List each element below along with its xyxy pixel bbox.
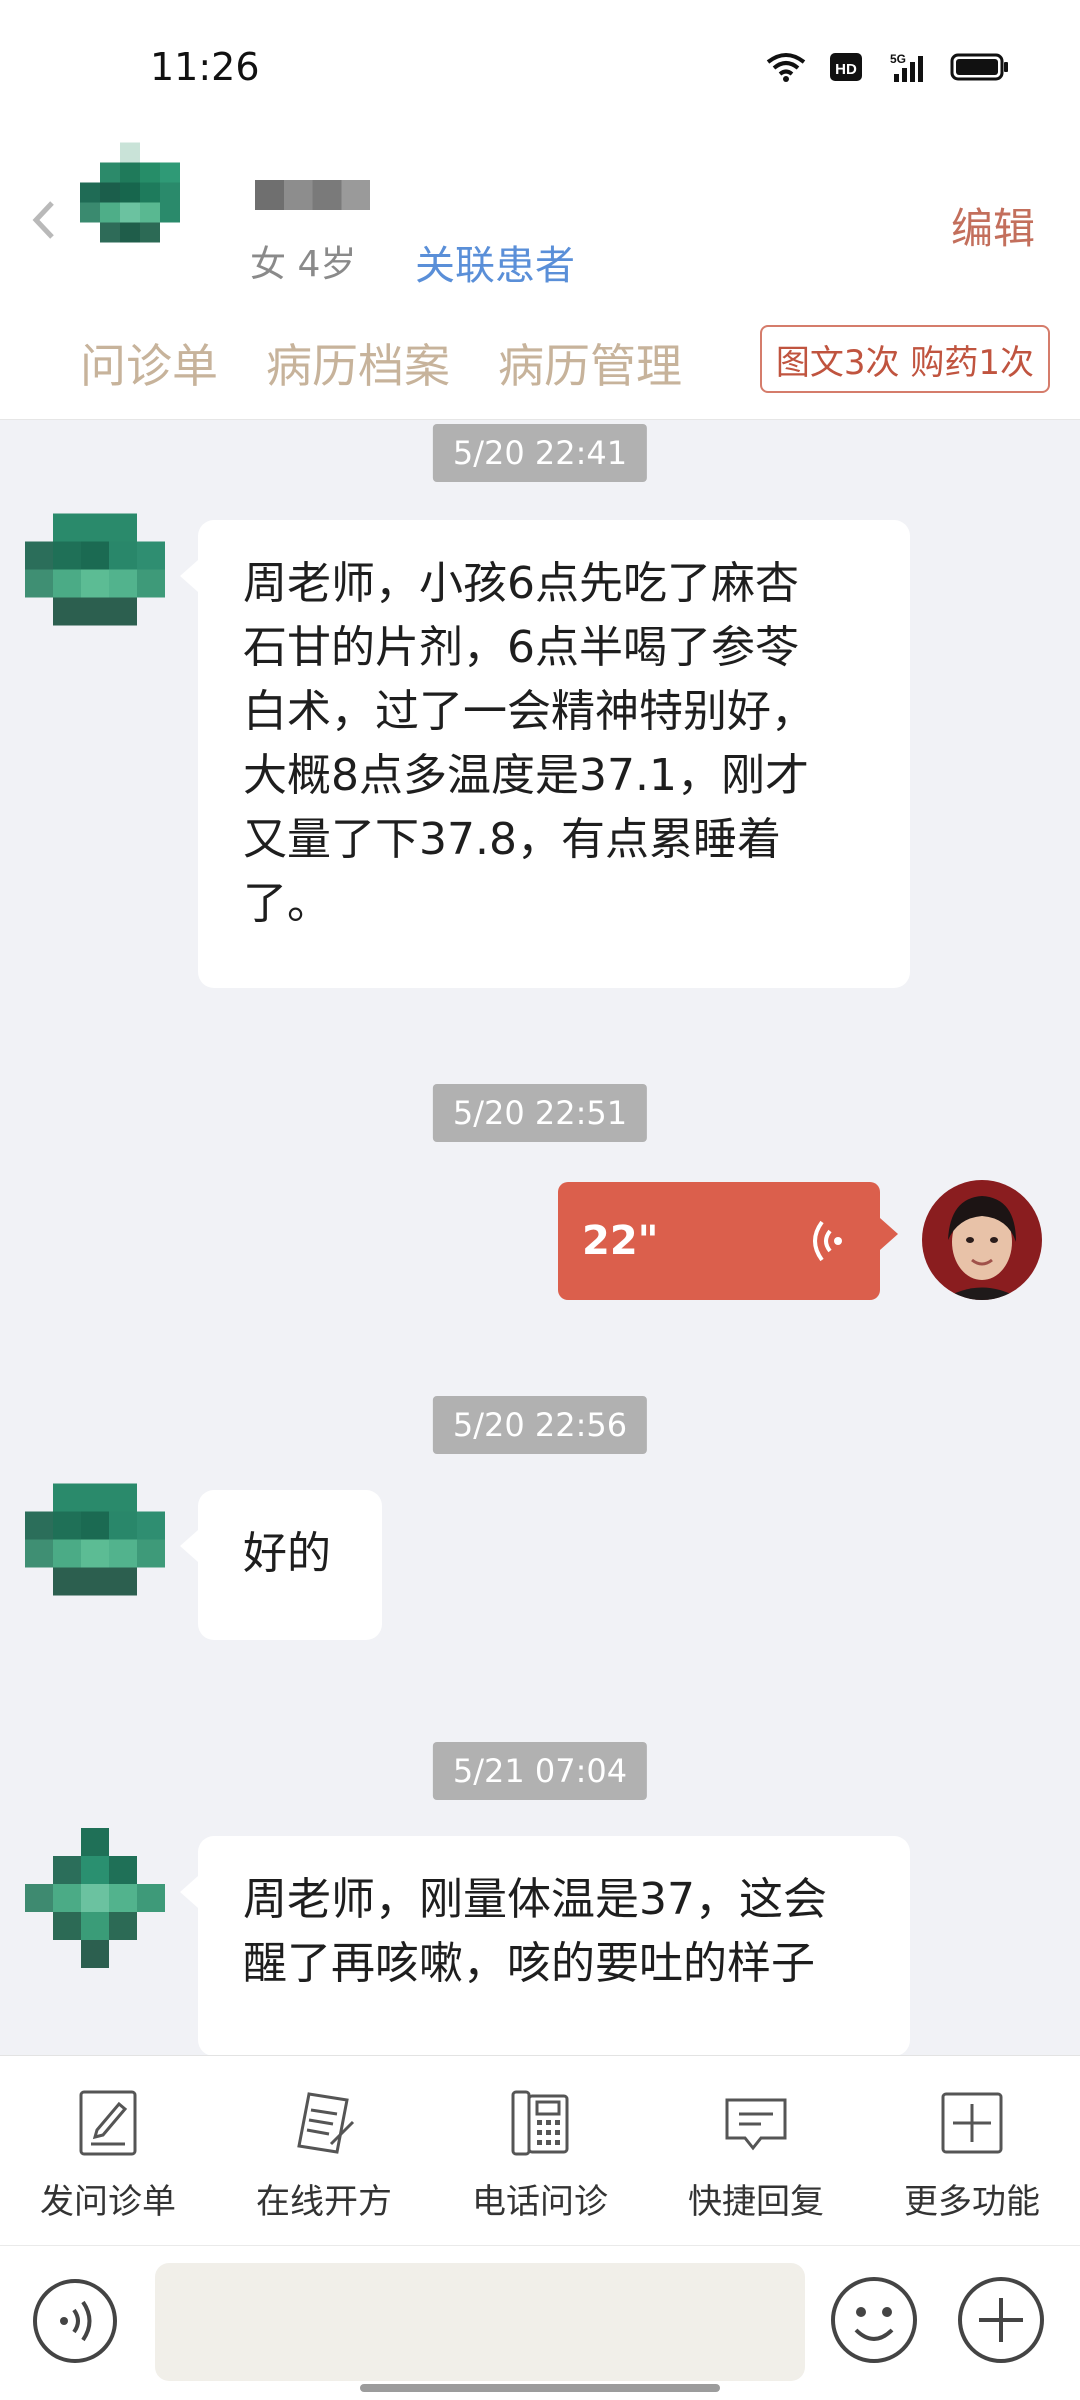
plus-square-icon xyxy=(941,2092,1003,2154)
quick-reply-icon xyxy=(725,2098,787,2151)
message-bubble-incoming[interactable]: 周老师，小孩6点先吃了麻杏 石甘的片剂，6点半喝了参苓 白术，过了一会精神特别好… xyxy=(180,520,910,988)
message-timestamp: 5/20 22:51 xyxy=(432,1084,648,1142)
home-indicator[interactable] xyxy=(360,2384,720,2392)
patient-gender-age: 女 4岁 xyxy=(250,244,357,285)
message-line: 又量了下37.8，有点累睡着 xyxy=(243,814,781,865)
message-timestamp: 5/20 22:41 xyxy=(432,424,648,482)
header-tabs: 问诊单 病历档案 病历管理 xyxy=(80,330,682,396)
phone-icon xyxy=(511,2090,569,2156)
voice-wave-icon xyxy=(813,1220,842,1262)
link-patient-button[interactable]: 关联患者 xyxy=(415,233,575,291)
battery-icon xyxy=(950,53,1008,81)
message-line: 石甘的片剂，6点半喝了参苓 xyxy=(243,622,799,673)
voice-input-toggle-icon[interactable] xyxy=(30,2276,120,2366)
wifi-icon xyxy=(766,53,806,82)
edit-button[interactable]: 编辑 xyxy=(951,195,1035,256)
chat-area[interactable]: 5/20 22:41 周老师，小孩6点先吃了麻杏 石甘的片剂，6点半喝了参苓 白… xyxy=(0,420,1080,2056)
message-line: 白术，过了一会精神特别好， xyxy=(243,686,815,737)
phone-consult-button[interactable]: 电话问诊 xyxy=(440,2086,640,2223)
message-line: 周老师，刚量体温是37，这会 xyxy=(243,1874,827,1925)
patient-avatar[interactable] xyxy=(25,512,165,627)
signal-5g-icon: 5G xyxy=(890,52,923,82)
patient-avatar[interactable] xyxy=(25,1828,165,1968)
form-edit-icon xyxy=(79,2090,137,2156)
doctor-avatar[interactable] xyxy=(922,1180,1042,1300)
patient-avatar[interactable] xyxy=(25,1482,165,1597)
send-consult-form-button[interactable]: 发问诊单 xyxy=(8,2086,208,2223)
voice-duration: 22" xyxy=(582,1218,659,1264)
message-timestamp: 5/20 22:56 xyxy=(432,1396,648,1454)
network-label: 5G xyxy=(890,52,906,66)
quick-reply-button[interactable]: 快捷回复 xyxy=(656,2086,856,2223)
message-bubble-incoming[interactable]: 周老师，刚量体温是37，这会 醒了再咳嗽，咳的要吐的样子 xyxy=(180,1836,910,2056)
hd-label: HD xyxy=(835,61,857,78)
message-line: 醒了再咳嗽，咳的要吐的样子 xyxy=(243,1938,815,1989)
patient-avatar[interactable] xyxy=(80,140,200,285)
message-input[interactable] xyxy=(155,2263,805,2381)
status-icons: HD 5G xyxy=(764,50,1010,84)
message-timestamp: 5/21 07:04 xyxy=(432,1742,648,1800)
tab-consult-form[interactable]: 问诊单 xyxy=(80,330,218,396)
status-bar: 11:26 HD 5G xyxy=(0,0,1080,130)
tab-records-management[interactable]: 病历管理 xyxy=(498,330,682,396)
service-quota-badge[interactable]: 图文3次 购药1次 xyxy=(759,325,1050,393)
patient-header: 女 4岁 关联患者 编辑 问诊单 病历档案 病历管理 图文3次 购药1次 xyxy=(0,130,1080,420)
message-line: 周老师，小孩6点先吃了麻杏 xyxy=(243,558,799,609)
status-time: 11:26 xyxy=(150,45,260,89)
message-input-bar xyxy=(0,2245,1080,2400)
message-line: 大概8点多温度是37.1，刚才 xyxy=(243,750,809,801)
message-line: 好的 xyxy=(243,1528,331,1579)
more-functions-button[interactable]: 更多功能 xyxy=(872,2086,1072,2223)
tab-medical-records[interactable]: 病历档案 xyxy=(266,330,450,396)
online-prescription-button[interactable]: 在线开方 xyxy=(224,2086,424,2223)
quick-action-toolbar: 发问诊单 在线开方 电话问诊 快捷回复 更多功能 xyxy=(0,2055,1080,2245)
tool-label: 发问诊单 xyxy=(40,2182,176,2222)
tool-label: 在线开方 xyxy=(256,2182,392,2222)
prescription-icon xyxy=(297,2092,355,2154)
message-bubble-incoming[interactable]: 好的 xyxy=(180,1490,382,1640)
emoji-icon[interactable] xyxy=(828,2274,920,2366)
message-line: 了。 xyxy=(243,878,331,929)
patient-name-redacted xyxy=(255,180,370,210)
back-arrow-icon[interactable] xyxy=(30,195,60,245)
tool-label: 更多功能 xyxy=(904,2182,1040,2222)
tool-label: 快捷回复 xyxy=(688,2182,824,2222)
add-attachment-icon[interactable] xyxy=(955,2274,1047,2366)
hd-icon: HD xyxy=(830,53,862,81)
voice-message-bubble[interactable]: 22" xyxy=(558,1182,898,1300)
tool-label: 电话问诊 xyxy=(472,2182,608,2222)
